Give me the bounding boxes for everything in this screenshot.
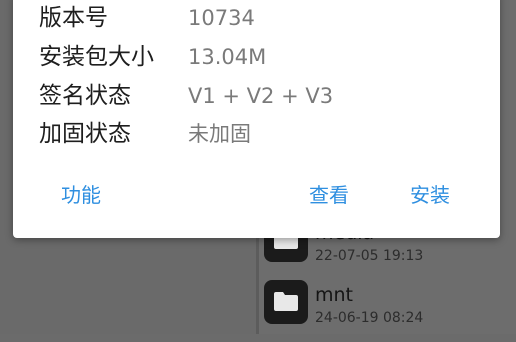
apk-info-dialog: 版本号 10734 安装包大小 13.04M 签名状态 V1 + V2 + V3… (13, 0, 500, 238)
info-value: 13.04M (188, 45, 267, 69)
info-value: V1 + V2 + V3 (188, 84, 334, 108)
file-date: 22-07-05 19:13 (315, 248, 424, 264)
install-button[interactable]: 安装 (406, 178, 454, 212)
info-row-hardening: 加固状态 未加固 (39, 116, 479, 152)
function-button[interactable]: 功能 (57, 178, 105, 212)
file-date: 24-06-19 08:24 (315, 310, 424, 326)
file-list-item[interactable]: mnt 24-06-19 08:24 (264, 280, 516, 342)
info-label: 加固状态 (39, 121, 131, 147)
info-label: 签名状态 (39, 83, 131, 109)
info-value: 未加固 (188, 122, 251, 146)
folder-icon (264, 280, 308, 324)
view-button[interactable]: 查看 (305, 178, 353, 212)
info-value: 10734 (188, 6, 255, 30)
info-row-signature: 签名状态 V1 + V2 + V3 (39, 78, 479, 114)
info-row-version: 版本号 10734 (39, 0, 479, 36)
file-name: mnt (315, 284, 353, 306)
info-row-package-size: 安装包大小 13.04M (39, 39, 479, 75)
info-label: 版本号 (39, 5, 108, 31)
info-label: 安装包大小 (39, 44, 154, 70)
